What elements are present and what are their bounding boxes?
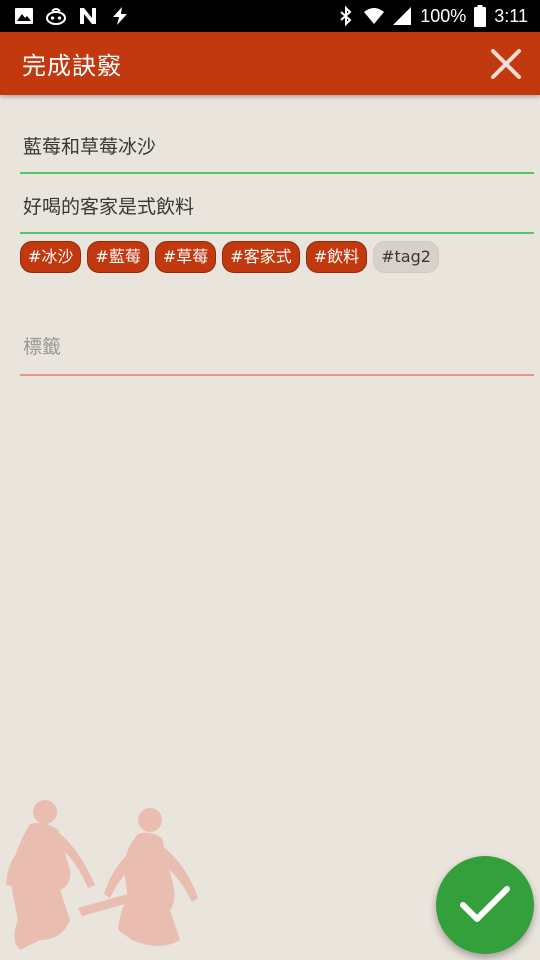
tag-input-placeholder: 標籤 bbox=[23, 336, 62, 358]
tag-chip[interactable]: #草莓 bbox=[154, 241, 217, 273]
status-bar-right: 100% 3:11 bbox=[336, 5, 528, 27]
close-icon bbox=[491, 49, 521, 79]
description-field-underline bbox=[20, 232, 534, 234]
check-icon bbox=[460, 886, 510, 922]
description-field-value: 好喝的客家是式飲料 bbox=[23, 196, 195, 218]
battery-percentage: 100% bbox=[420, 5, 467, 26]
confirm-fab-button[interactable] bbox=[436, 856, 534, 954]
name-field-value: 藍莓和草莓冰沙 bbox=[23, 136, 157, 158]
tag-chip[interactable]: #飲料 bbox=[305, 241, 368, 273]
n-logo-icon bbox=[80, 8, 96, 24]
tag-chip[interactable]: #冰沙 bbox=[20, 241, 82, 273]
status-bar: 100% 3:11 bbox=[0, 0, 540, 32]
name-field[interactable]: 藍莓和草莓冰沙 bbox=[20, 132, 534, 175]
bluetooth-icon bbox=[340, 6, 352, 26]
wifi-icon bbox=[364, 8, 385, 24]
tag-input-underline bbox=[20, 374, 534, 376]
close-button[interactable] bbox=[486, 44, 526, 84]
description-field[interactable]: 好喝的客家是式飲料 bbox=[20, 192, 534, 235]
flash-icon bbox=[113, 7, 127, 25]
signal-icon bbox=[393, 7, 412, 25]
decorative-figures-illustration bbox=[6, 800, 198, 950]
tag-chip-list: #冰沙 #藍莓 #草莓 #客家式 #飲料 #tag2 bbox=[20, 241, 520, 273]
tag-chip[interactable]: #tag2 bbox=[373, 241, 439, 273]
clock: 3:11 bbox=[494, 5, 528, 26]
image-icon bbox=[15, 8, 33, 24]
page-title: 完成訣竅 bbox=[22, 52, 122, 80]
tag-chip[interactable]: #藍莓 bbox=[87, 241, 149, 273]
app-bar: 完成訣竅 bbox=[0, 32, 540, 95]
robot-icon bbox=[46, 8, 66, 25]
status-bar-left bbox=[14, 6, 130, 26]
tag-chip[interactable]: #客家式 bbox=[222, 241, 300, 273]
battery-icon bbox=[474, 5, 487, 27]
name-field-underline bbox=[20, 172, 534, 174]
tag-input-field[interactable]: 標籤 bbox=[20, 332, 534, 378]
